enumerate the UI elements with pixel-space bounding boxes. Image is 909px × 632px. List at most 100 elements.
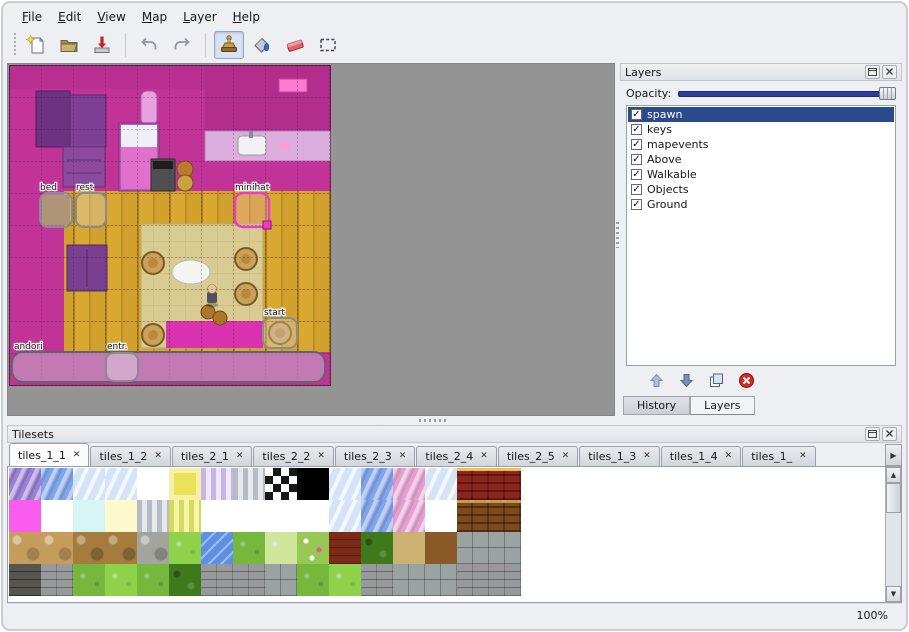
tileset-tab-tiles_2_5[interactable]: tiles_2_5✕ xyxy=(498,446,578,466)
tile[interactable] xyxy=(393,532,425,564)
tile[interactable] xyxy=(329,564,361,596)
tile[interactable] xyxy=(201,500,233,532)
map-canvas[interactable]: andori bed rest minihat xyxy=(9,65,331,386)
tile[interactable] xyxy=(201,468,233,500)
close-button[interactable] xyxy=(882,65,897,79)
tile[interactable] xyxy=(105,532,137,564)
undo-button[interactable] xyxy=(134,31,164,59)
tile[interactable] xyxy=(265,564,297,596)
new-file-button[interactable] xyxy=(21,31,51,59)
layer-row-Objects[interactable]: ✓Objects xyxy=(628,182,894,197)
tileset-tab-tiles_2_4[interactable]: tiles_2_4✕ xyxy=(416,446,496,466)
scrollbar-track[interactable] xyxy=(886,483,901,586)
tile[interactable] xyxy=(361,564,393,596)
eraser-button[interactable] xyxy=(280,31,310,59)
close-button[interactable] xyxy=(882,427,897,441)
open-file-button[interactable] xyxy=(54,31,84,59)
menu-file[interactable]: File xyxy=(15,8,49,26)
tab-close-icon[interactable]: ✕ xyxy=(643,452,651,461)
tile[interactable] xyxy=(73,564,105,596)
tab-close-icon[interactable]: ✕ xyxy=(317,452,325,461)
dock-tab-history[interactable]: History xyxy=(623,396,690,415)
rect-select-button[interactable] xyxy=(313,31,343,59)
tile[interactable] xyxy=(9,468,41,500)
tab-close-icon[interactable]: ✕ xyxy=(236,452,244,461)
tile[interactable] xyxy=(265,468,297,500)
tile[interactable] xyxy=(329,500,361,532)
delete-layer-button[interactable] xyxy=(738,372,755,393)
tile[interactable] xyxy=(201,532,233,564)
map-viewport[interactable]: andori bed rest minihat xyxy=(7,63,615,416)
vertical-splitter[interactable] xyxy=(615,63,620,416)
toolbar-drag-handle[interactable] xyxy=(11,33,18,57)
tile[interactable] xyxy=(73,468,105,500)
opacity-slider-groove[interactable] xyxy=(678,91,896,97)
tileset-tab-tiles_2_3[interactable]: tiles_2_3✕ xyxy=(335,446,415,466)
tile[interactable] xyxy=(41,468,73,500)
layer-row-Ground[interactable]: ✓Ground xyxy=(628,197,894,212)
tile[interactable] xyxy=(425,500,457,532)
tileset-tab-tiles_2_2[interactable]: tiles_2_2✕ xyxy=(253,446,333,466)
float-button[interactable] xyxy=(865,427,880,441)
tile[interactable] xyxy=(169,468,201,500)
menu-map[interactable]: Map xyxy=(135,8,174,26)
tile[interactable] xyxy=(169,500,201,532)
layer-row-Walkable[interactable]: ✓Walkable xyxy=(628,167,894,182)
tileset-tab-tiles_1_3[interactable]: tiles_1_3✕ xyxy=(579,446,659,466)
tile[interactable] xyxy=(457,564,489,596)
tile[interactable] xyxy=(233,500,265,532)
tile[interactable] xyxy=(393,500,425,532)
tab-close-icon[interactable]: ✕ xyxy=(399,452,407,461)
tab-close-icon[interactable]: ✕ xyxy=(725,452,733,461)
tileset-tab-tiles_2_1[interactable]: tiles_2_1✕ xyxy=(172,446,252,466)
redo-button[interactable] xyxy=(167,31,197,59)
menu-layer[interactable]: Layer xyxy=(176,8,223,26)
duplicate-layer-button[interactable] xyxy=(708,372,725,393)
layer-visibility-checkbox[interactable]: ✓ xyxy=(631,109,642,120)
tile[interactable] xyxy=(297,468,329,500)
tile[interactable] xyxy=(9,532,41,564)
tile[interactable] xyxy=(73,532,105,564)
tab-close-icon[interactable]: ✕ xyxy=(799,452,807,461)
tile[interactable] xyxy=(105,564,137,596)
tile[interactable] xyxy=(137,468,169,500)
tile[interactable] xyxy=(137,564,169,596)
tile[interactable] xyxy=(105,468,137,500)
tile[interactable] xyxy=(425,564,457,596)
tile[interactable] xyxy=(137,500,169,532)
tab-close-icon[interactable]: ✕ xyxy=(480,452,488,461)
tile[interactable] xyxy=(169,532,201,564)
tile[interactable] xyxy=(41,532,73,564)
tile[interactable] xyxy=(361,468,393,500)
tile[interactable] xyxy=(457,532,489,564)
tile[interactable] xyxy=(297,500,329,532)
tile[interactable] xyxy=(9,564,41,596)
opacity-slider-handle[interactable] xyxy=(879,87,896,100)
tile[interactable] xyxy=(233,532,265,564)
tile[interactable] xyxy=(425,532,457,564)
layer-visibility-checkbox[interactable]: ✓ xyxy=(631,169,642,180)
float-button[interactable] xyxy=(865,65,880,79)
tab-close-icon[interactable]: ✕ xyxy=(154,452,162,461)
tile[interactable] xyxy=(457,468,489,500)
tab-close-icon[interactable]: ✕ xyxy=(73,451,81,460)
tile[interactable] xyxy=(9,500,41,532)
scroll-tabs-right-button[interactable]: ▶ xyxy=(885,444,902,466)
tile[interactable] xyxy=(297,564,329,596)
layer-visibility-checkbox[interactable]: ✓ xyxy=(631,139,642,150)
horizontal-splitter[interactable] xyxy=(7,416,902,425)
tile[interactable] xyxy=(457,500,489,532)
layer-row-mapevents[interactable]: ✓mapevents xyxy=(628,137,894,152)
menu-help[interactable]: Help xyxy=(226,8,267,26)
tile[interactable] xyxy=(73,500,105,532)
tile[interactable] xyxy=(105,500,137,532)
tile[interactable] xyxy=(201,564,233,596)
tile[interactable] xyxy=(489,564,521,596)
tile[interactable] xyxy=(233,564,265,596)
dock-tab-layers[interactable]: Layers xyxy=(690,396,754,415)
layer-visibility-checkbox[interactable]: ✓ xyxy=(631,124,642,135)
tile[interactable] xyxy=(265,500,297,532)
tab-close-icon[interactable]: ✕ xyxy=(562,452,570,461)
tile[interactable] xyxy=(361,532,393,564)
tile[interactable] xyxy=(265,532,297,564)
